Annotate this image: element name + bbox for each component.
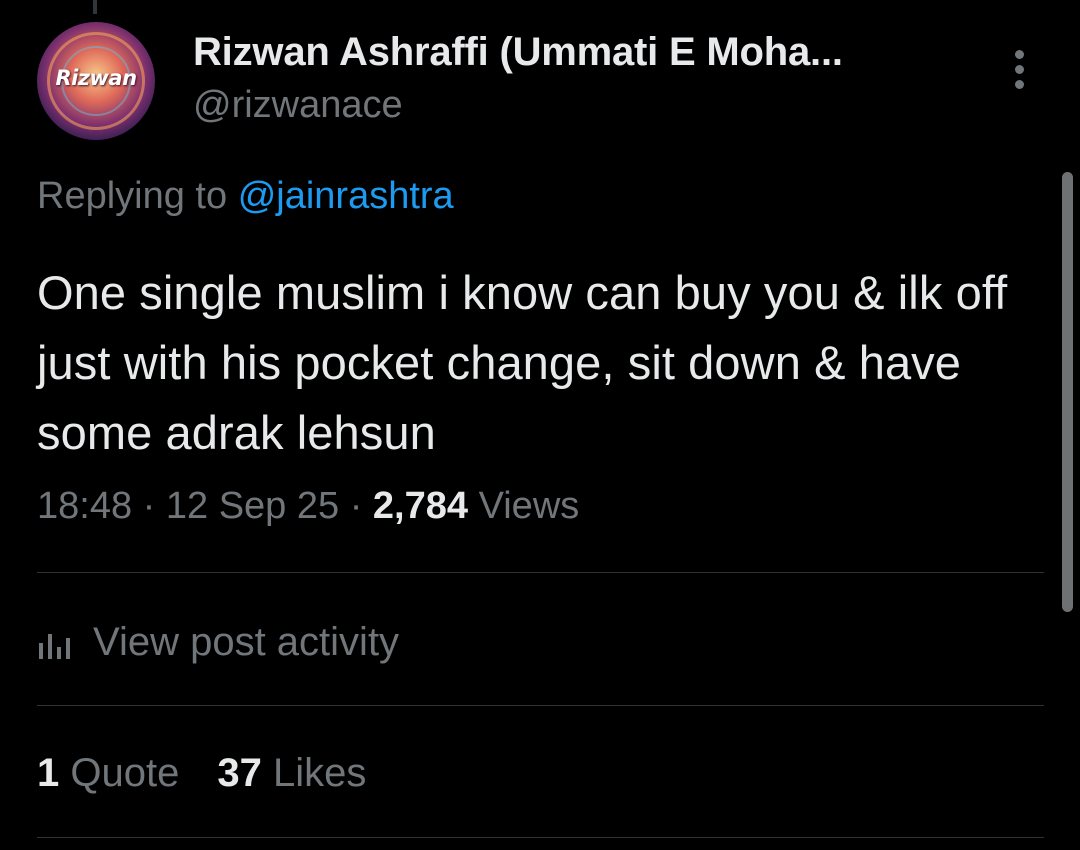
post-text: One single muslim i know can buy you & i…	[37, 266, 1008, 459]
author-handle[interactable]: @rizwanace	[193, 84, 403, 127]
quotes-count: 1	[37, 751, 60, 795]
more-vertical-icon-dot	[1015, 65, 1024, 74]
post-time[interactable]: 18:48	[37, 485, 132, 527]
author-display-name[interactable]: Rizwan Ashraffi (Ummati E Moha...	[193, 30, 843, 75]
views-count: 2,784	[372, 485, 469, 527]
divider	[37, 705, 1044, 706]
view-post-activity-button[interactable]: View post activity	[37, 617, 399, 667]
replying-to-label: Replying to	[37, 175, 228, 217]
avatar-logo-text: Rizwan	[55, 66, 137, 90]
quotes-stat[interactable]: 1 Quote	[37, 751, 179, 795]
more-vertical-icon	[1015, 50, 1024, 59]
scrollbar-thumb[interactable]	[1062, 172, 1073, 612]
meta-separator: ·	[142, 485, 156, 527]
likes-stat[interactable]: 37 Likes	[217, 751, 366, 795]
thread-connector-line	[93, 0, 97, 14]
divider	[37, 572, 1044, 573]
quotes-label: Quote	[70, 751, 180, 795]
post-date[interactable]: 12 Sep 25	[166, 485, 339, 527]
more-options-button[interactable]	[1004, 46, 1036, 94]
view-post-activity-label: View post activity	[93, 619, 400, 664]
avatar[interactable]: Rizwan	[37, 22, 155, 140]
likes-count: 37	[217, 751, 262, 795]
post-meta: 18:48 · 12 Sep 25 · 2,784 Views	[37, 485, 579, 528]
meta-separator: ·	[349, 485, 363, 527]
engagement-stats: 1 Quote 37 Likes	[37, 751, 366, 796]
likes-label: Likes	[272, 751, 367, 795]
analytics-bars-icon	[39, 634, 70, 659]
divider	[37, 837, 1044, 838]
views-label: Views	[478, 485, 580, 527]
more-vertical-icon-dot	[1015, 80, 1024, 89]
replying-to-line: Replying to @jainrashtra	[37, 175, 454, 218]
reply-mention-link[interactable]: @jainrashtra	[238, 175, 454, 217]
